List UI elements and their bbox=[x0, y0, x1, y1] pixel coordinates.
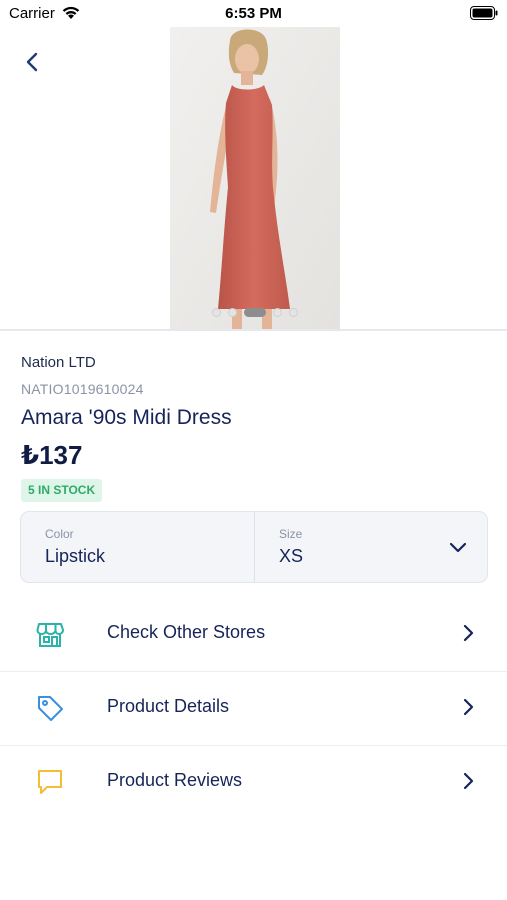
product-image-carousel[interactable] bbox=[170, 27, 340, 329]
page-dot-active[interactable] bbox=[244, 308, 266, 317]
size-value: XS bbox=[279, 546, 304, 566]
row-label: Product Details bbox=[107, 696, 230, 716]
status-bar: Carrier 6:53 PM bbox=[0, 0, 507, 28]
product-price: ₺137 bbox=[21, 440, 83, 470]
page-dot[interactable] bbox=[273, 308, 282, 317]
battery-icon bbox=[470, 6, 498, 20]
status-time: 6:53 PM bbox=[225, 5, 282, 22]
chevron-right-icon bbox=[463, 624, 474, 642]
color-label: Color bbox=[45, 527, 74, 541]
color-value: Lipstick bbox=[45, 546, 106, 566]
hero-divider bbox=[0, 329, 507, 331]
product-name: Amara '90s Midi Dress bbox=[21, 406, 232, 429]
back-button[interactable] bbox=[18, 48, 46, 76]
row-label: Check Other Stores bbox=[107, 622, 266, 642]
chevron-left-icon bbox=[26, 52, 38, 72]
product-sku: NATIO1019610024 bbox=[21, 381, 144, 397]
page-dot[interactable] bbox=[228, 308, 237, 317]
check-other-stores-row[interactable]: Check Other Stores bbox=[0, 597, 507, 670]
product-details-row[interactable]: Product Details bbox=[0, 671, 507, 744]
page-dot[interactable] bbox=[289, 308, 298, 317]
tag-icon bbox=[38, 696, 63, 721]
size-label: Size bbox=[279, 527, 303, 541]
image-page-indicator[interactable] bbox=[170, 308, 340, 317]
variant-selector: Color Lipstick Size XS bbox=[20, 511, 488, 583]
store-icon bbox=[36, 623, 64, 647]
row-label: Product Reviews bbox=[107, 770, 243, 790]
chat-bubble-icon bbox=[38, 770, 62, 794]
vendor-name: Nation LTD bbox=[21, 354, 96, 371]
product-photo bbox=[170, 27, 340, 329]
chevron-right-icon bbox=[463, 772, 474, 790]
page-dot[interactable] bbox=[212, 308, 221, 317]
chevron-right-icon bbox=[463, 698, 474, 716]
chevron-down-icon[interactable] bbox=[447, 536, 469, 558]
size-selector[interactable]: Size XS bbox=[255, 512, 487, 582]
stock-badge: 5 IN STOCK bbox=[21, 479, 103, 502]
product-reviews-row[interactable]: Product Reviews bbox=[0, 745, 507, 818]
color-selector[interactable]: Color Lipstick bbox=[21, 512, 254, 582]
product-detail-screen: Carrier 6:53 PM Nation LTD NATIO10196100… bbox=[0, 0, 507, 900]
